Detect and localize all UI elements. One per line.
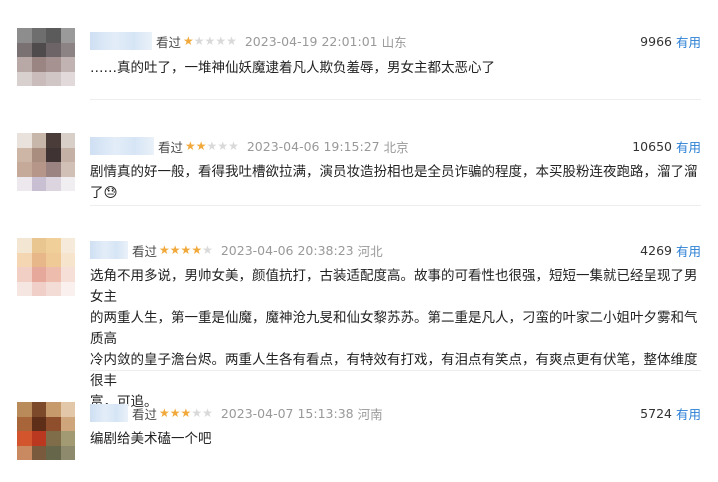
username[interactable] (90, 241, 128, 259)
useful-button[interactable]: 有用 (676, 137, 701, 156)
review-content: ……真的吐了，一堆神仙妖魔逮着凡人欺负羞辱，男女主都太恶心了 (90, 60, 495, 76)
divider (90, 370, 701, 371)
review-location: 河南 (357, 406, 383, 422)
star-filled-icon: ★ (185, 139, 196, 153)
username[interactable] (90, 404, 128, 422)
vote-area: 9966 有用 (640, 31, 701, 51)
star-filled-icon: ★ (180, 243, 192, 257)
star-empty-icon: ★ (217, 139, 229, 153)
watched-label: 看过 (156, 34, 182, 50)
review-location: 河北 (357, 243, 383, 259)
star-filled-icon: ★ (169, 406, 181, 420)
vote-area: 10650 有用 (632, 136, 701, 156)
star-filled-icon: ★ (169, 243, 181, 257)
rating-stars: ★ ★ ★ ★ ★ (159, 244, 213, 256)
review-content: 剧情真的好一般，看得我吐槽欲拉满，演员妆造扮相也是全员诈骗的程度，本买股粉连夜跑… (90, 164, 698, 201)
avatar[interactable] (17, 238, 75, 296)
rating-stars: ★ ★ ★ ★ ★ (159, 407, 213, 419)
review-meta: 看过 ★ ★ ★ ★ ★ 2023-04-06 20:38:23 河北 (90, 240, 383, 260)
vote-area: 5724 有用 (640, 403, 701, 423)
watched-label: 看过 (158, 139, 184, 155)
star-filled-icon: ★ (159, 406, 170, 420)
watched-label: 看过 (132, 243, 158, 259)
star-filled-icon: ★ (159, 243, 170, 257)
review-location: 山东 (381, 34, 407, 50)
review-meta: 看过 ★ ★ ★ ★ ★ 2023-04-19 22:01:01 山东 (90, 31, 407, 51)
review-content-line: 的两重人生，第一重是仙魔，魔神沧九旻和仙女黎苏苏。第二重是凡人，刁蛮的叶家二小姐… (90, 310, 698, 347)
useful-button[interactable]: 有用 (676, 32, 701, 51)
star-empty-icon: ★ (206, 139, 218, 153)
username[interactable] (90, 137, 154, 155)
vote-count: 4269 (640, 242, 672, 258)
star-empty-icon: ★ (202, 243, 213, 257)
avatar[interactable] (17, 402, 75, 460)
star-filled-icon: ★ (195, 139, 207, 153)
star-empty-icon: ★ (204, 34, 216, 48)
divider (90, 99, 701, 100)
watched-label: 看过 (132, 406, 158, 422)
review-meta: 看过 ★ ★ ★ ★ ★ 2023-04-06 19:15:27 北京 (90, 136, 409, 156)
star-filled-icon: ★ (183, 34, 194, 48)
review-meta: 看过 ★ ★ ★ ★ ★ 2023-04-07 15:13:38 河南 (90, 403, 383, 423)
star-empty-icon: ★ (202, 406, 213, 420)
star-empty-icon: ★ (191, 406, 203, 420)
star-empty-icon: ★ (226, 34, 237, 48)
review-location: 北京 (383, 139, 409, 155)
review-time: 2023-04-06 19:15:27 (246, 138, 380, 154)
review-time: 2023-04-07 15:13:38 (220, 405, 354, 421)
vote-area: 4269 有用 (640, 240, 701, 260)
avatar[interactable] (17, 28, 75, 86)
star-filled-icon: ★ (191, 243, 203, 257)
rating-stars: ★ ★ ★ ★ ★ (183, 35, 237, 47)
vote-count: 5724 (640, 405, 672, 421)
review-list: 看过 ★ ★ ★ ★ ★ 2023-04-19 22:01:01 山东 9966 有用 … (0, 0, 718, 482)
review-time: 2023-04-19 22:01:01 (244, 33, 378, 49)
review-content: 编剧给美术磕一个吧 (90, 431, 212, 447)
star-empty-icon: ★ (193, 34, 205, 48)
divider (90, 205, 701, 206)
review-content-line: 冷内敛的皇子澹台烬。两重人生各有看点，有特效有打戏，有泪点有笑点，有爽点更有伏笔… (90, 352, 698, 389)
star-empty-icon: ★ (228, 139, 239, 153)
vote-count: 10650 (632, 138, 672, 154)
star-filled-icon: ★ (180, 406, 192, 420)
review-time: 2023-04-06 20:38:23 (220, 242, 354, 258)
rating-stars: ★ ★ ★ ★ ★ (185, 140, 239, 152)
review-content-line: 选角不用多说，男帅女美，颜值抗打，古装适配度高。故事的可看性也很强，短短一集就已… (90, 268, 698, 305)
vote-count: 9966 (640, 33, 672, 49)
useful-button[interactable]: 有用 (676, 404, 701, 423)
username[interactable] (90, 32, 152, 50)
star-empty-icon: ★ (215, 34, 227, 48)
avatar[interactable] (17, 133, 75, 191)
useful-button[interactable]: 有用 (676, 241, 701, 260)
review-content: 选角不用多说，男帅女美，颜值抗打，古装适配度高。故事的可看性也很强，短短一集就已… (90, 266, 702, 413)
